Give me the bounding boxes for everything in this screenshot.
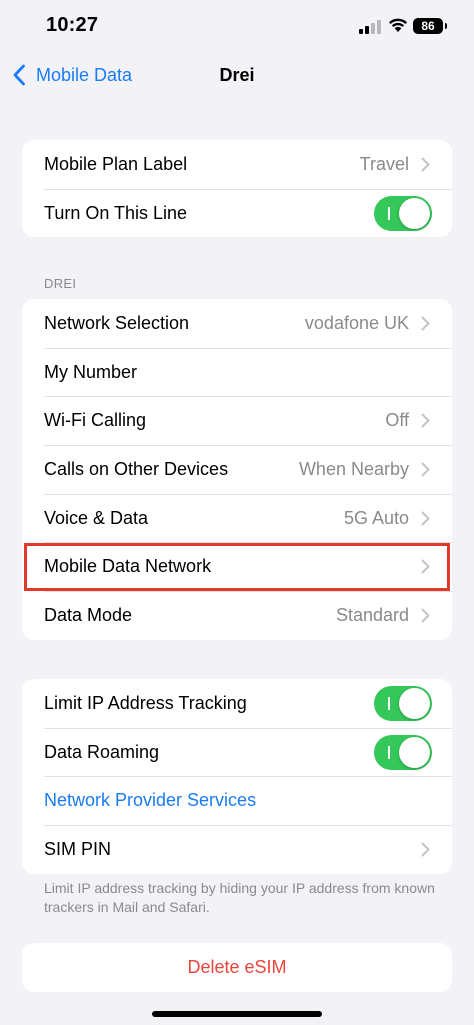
limit-ip-tracking-label: Limit IP Address Tracking: [44, 692, 247, 713]
delete-esim-button[interactable]: Delete eSIM: [22, 943, 452, 992]
page-title: Drei: [219, 65, 255, 85]
chevron-right-icon: [421, 559, 430, 574]
calls-on-other-devices-label: Calls on Other Devices: [44, 458, 229, 479]
delete-esim-label: Delete eSIM: [187, 956, 287, 977]
limit-ip-footer-text: Limit IP address tracking by hiding your…: [44, 880, 435, 915]
cellular-signal-icon: [359, 20, 381, 34]
mobile-plan-value: Travel: [359, 153, 409, 174]
network-provider-services-row[interactable]: Network Provider Services: [22, 776, 452, 825]
chevron-right-icon: [421, 413, 430, 428]
data-roaming-toggle[interactable]: [374, 734, 432, 770]
section-header-drei: DREI: [44, 276, 77, 291]
chevron-right-icon: [421, 511, 430, 526]
status-bar: 10:27 86: [0, 0, 474, 52]
wifi-icon: [389, 18, 407, 32]
turn-on-line-row: Turn On This Line: [22, 188, 452, 238]
network-provider-services-link[interactable]: Network Provider Services: [44, 790, 430, 811]
data-roaming-label: Data Roaming: [44, 741, 160, 762]
wifi-calling-row[interactable]: Wi-Fi Calling Off: [22, 396, 452, 445]
wifi-calling-value: Off: [385, 410, 409, 431]
network-selection-label: Network Selection: [44, 312, 190, 333]
turn-on-line-toggle[interactable]: [374, 195, 432, 231]
chevron-right-icon: [421, 842, 430, 857]
delete-esim-group: Delete eSIM: [22, 943, 452, 992]
battery-icon: 86: [413, 18, 447, 34]
limit-ip-tracking-row: Limit IP Address Tracking: [22, 679, 452, 728]
limit-ip-tracking-toggle[interactable]: [374, 685, 432, 721]
sim-pin-row[interactable]: SIM PIN: [22, 825, 452, 874]
turn-on-line-label: Turn On This Line: [44, 202, 188, 223]
my-number-label: My Number: [44, 361, 138, 382]
data-mode-label: Data Mode: [44, 604, 133, 625]
sim-pin-label: SIM PIN: [44, 838, 112, 859]
chevron-right-icon: [421, 157, 430, 172]
my-number-row[interactable]: My Number: [22, 347, 452, 397]
mobile-plan-label-row[interactable]: Mobile Plan Label Travel: [22, 140, 452, 189]
data-mode-value: Standard: [335, 604, 409, 625]
chevron-right-icon: [421, 316, 430, 331]
home-indicator: [152, 1011, 322, 1017]
calls-on-other-devices-value: When Nearby: [298, 458, 409, 479]
data-roaming-row: Data Roaming: [22, 727, 452, 777]
voice-and-data-label: Voice & Data: [44, 507, 149, 528]
drei-settings-group: Network Selection vodafone UK My Number …: [22, 299, 452, 640]
calls-on-other-devices-row[interactable]: Calls on Other Devices When Nearby: [22, 445, 452, 494]
mobile-data-network-row[interactable]: Mobile Data Network: [22, 542, 452, 591]
privacy-roaming-group: Limit IP Address Tracking Data Roaming N…: [22, 679, 452, 874]
wifi-calling-label: Wi-Fi Calling: [44, 410, 147, 431]
voice-and-data-value: 5G Auto: [343, 507, 409, 528]
chevron-right-icon: [421, 608, 430, 623]
mobile-plan-label: Mobile Plan Label: [44, 153, 188, 174]
network-selection-value: vodafone UK: [304, 312, 409, 333]
chevron-right-icon: [421, 462, 430, 477]
network-selection-row[interactable]: Network Selection vodafone UK: [22, 299, 452, 348]
mobile-data-network-label: Mobile Data Network: [44, 556, 212, 577]
data-mode-row[interactable]: Data Mode Standard: [22, 591, 452, 640]
line-settings-group: Mobile Plan Label Travel Turn On This Li…: [22, 140, 452, 238]
nav-bar: Mobile Data Drei: [0, 52, 474, 100]
status-time: 10:27: [46, 14, 99, 36]
voice-and-data-row[interactable]: Voice & Data 5G Auto: [22, 493, 452, 543]
